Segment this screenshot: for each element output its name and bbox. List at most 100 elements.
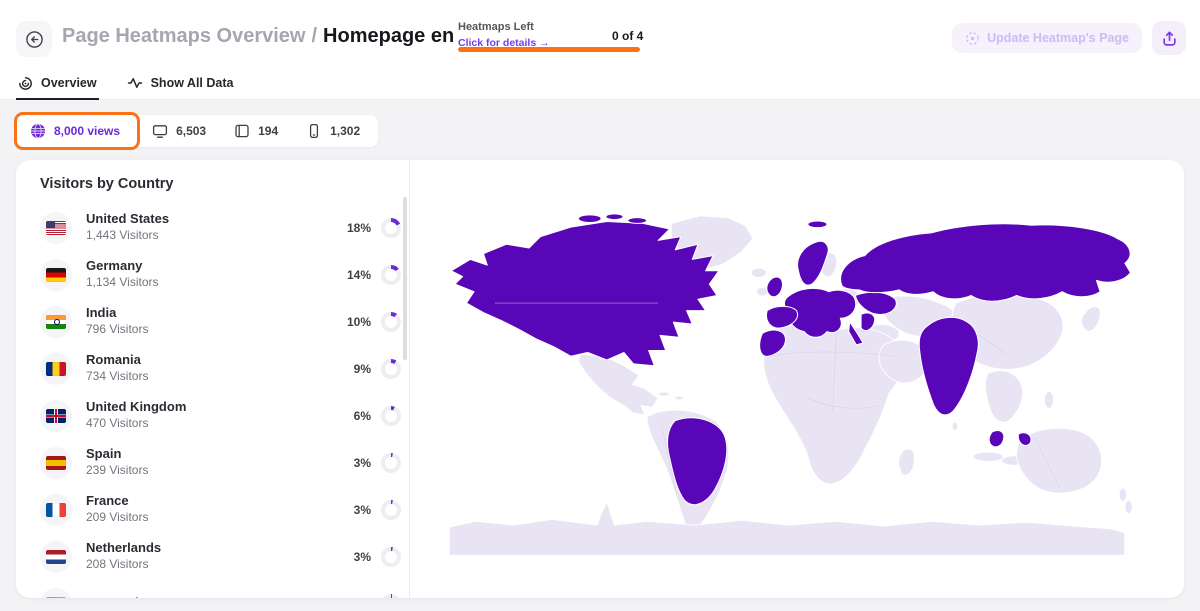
country-name: United States bbox=[86, 211, 169, 227]
country-donut-chart bbox=[381, 218, 401, 238]
country-donut-chart bbox=[381, 500, 401, 520]
refresh-target-icon bbox=[965, 31, 980, 46]
country-percent: 3% bbox=[354, 456, 371, 470]
stat-total-views-value: 8,000 views bbox=[54, 124, 120, 138]
country-visitors: 470 Visitors bbox=[86, 416, 186, 432]
country-metrics: 3% bbox=[354, 453, 401, 473]
tab-bar: Overview Show All Data bbox=[16, 68, 235, 100]
country-metrics: 6% bbox=[354, 406, 401, 426]
country-row[interactable]: Netherlands 208 Visitors 3% bbox=[40, 533, 401, 580]
country-row[interactable]: United Kingdom 470 Visitors 6% bbox=[40, 392, 401, 439]
country-donut-chart bbox=[381, 453, 401, 473]
country-percent: 10% bbox=[347, 315, 371, 329]
country-name: Netherlands bbox=[86, 540, 161, 556]
stat-desktop[interactable]: 6,503 bbox=[138, 115, 220, 147]
country-percent: 18% bbox=[347, 221, 371, 235]
page-heatmaps-overview-screen: Page Heatmaps Overview/Homepage en Heatm… bbox=[0, 0, 1200, 611]
country-row[interactable]: India 796 Visitors 10% bbox=[40, 298, 401, 345]
country-percent: 9% bbox=[354, 362, 371, 376]
heatmaps-count: 0 of 4 bbox=[612, 29, 643, 43]
country-visitors: 208 Visitors bbox=[86, 557, 161, 573]
export-button[interactable] bbox=[1152, 21, 1186, 55]
country-donut-chart bbox=[381, 312, 401, 332]
tablet-icon bbox=[234, 123, 250, 139]
country-name: France bbox=[86, 493, 148, 509]
country-row[interactable]: Romania 734 Visitors 9% bbox=[40, 345, 401, 392]
country-flag-circle bbox=[40, 212, 72, 244]
desktop-icon bbox=[152, 123, 168, 139]
country-text: France 209 Visitors bbox=[86, 493, 148, 526]
tab-show-all-data-label: Show All Data bbox=[151, 76, 234, 90]
country-flag-circle bbox=[40, 306, 72, 338]
country-name: United Kingdom bbox=[86, 399, 186, 415]
country-text: United Kingdom 470 Visitors bbox=[86, 399, 186, 432]
country-flag-icon bbox=[46, 503, 66, 517]
country-metrics: 10% bbox=[347, 312, 401, 332]
country-metrics bbox=[371, 594, 401, 599]
country-text: India 796 Visitors bbox=[86, 305, 148, 338]
country-percent: 14% bbox=[347, 268, 371, 282]
country-percent: 3% bbox=[354, 550, 371, 564]
country-visitors: 1,134 Visitors bbox=[86, 275, 159, 291]
country-flag-circle bbox=[40, 400, 72, 432]
country-donut-chart bbox=[381, 359, 401, 379]
stat-mobile[interactable]: 1,302 bbox=[292, 115, 374, 147]
country-flag-circle bbox=[40, 541, 72, 573]
country-list-panel: Visitors by Country United States 1,443 … bbox=[16, 160, 410, 598]
country-flag-icon bbox=[46, 597, 66, 599]
country-list: United States 1,443 Visitors 18% Germany… bbox=[40, 204, 401, 598]
tab-overview-label: Overview bbox=[41, 76, 97, 90]
country-row[interactable]: Spain 239 Visitors 3% bbox=[40, 439, 401, 486]
breadcrumb: Page Heatmaps Overview/Homepage en bbox=[62, 25, 454, 48]
country-text: United States 1,443 Visitors bbox=[86, 211, 169, 244]
country-row[interactable]: United States 1,443 Visitors 18% bbox=[40, 204, 401, 251]
panel-title: Visitors by Country bbox=[40, 176, 173, 192]
country-visitors: 734 Visitors bbox=[86, 369, 148, 385]
country-visitors: 796 Visitors bbox=[86, 322, 148, 338]
stat-mobile-value: 1,302 bbox=[330, 124, 360, 138]
country-metrics: 18% bbox=[347, 218, 401, 238]
country-name: India bbox=[86, 305, 148, 321]
country-metrics: 3% bbox=[354, 547, 401, 567]
visitors-by-country-card: Visitors by Country United States 1,443 … bbox=[16, 160, 1184, 598]
tab-overview[interactable]: Overview bbox=[16, 68, 99, 100]
export-up-arrow-icon bbox=[1161, 30, 1178, 47]
country-flag-icon bbox=[46, 362, 66, 376]
country-text: Germany 1,134 Visitors bbox=[86, 258, 159, 291]
back-button[interactable] bbox=[16, 21, 52, 57]
update-heatmap-page-label: Update Heatmap's Page bbox=[987, 31, 1129, 45]
country-name: Romania bbox=[86, 352, 148, 368]
heatmap-spiral-icon bbox=[18, 76, 33, 91]
country-flag-icon bbox=[46, 268, 66, 282]
country-flag-circle bbox=[40, 259, 72, 291]
country-visitors: 209 Visitors bbox=[86, 510, 148, 526]
breadcrumb-current: Homepage en bbox=[323, 25, 454, 47]
heatmaps-progress-fill bbox=[458, 47, 640, 52]
arrow-left-circle-icon bbox=[25, 30, 44, 49]
country-row[interactable]: Germany 1,134 Visitors 14% bbox=[40, 251, 401, 298]
breadcrumb-parent[interactable]: Page Heatmaps Overview bbox=[62, 25, 305, 47]
activity-pulse-icon bbox=[127, 75, 143, 91]
heatmaps-progress-bar bbox=[458, 47, 640, 52]
list-scrollbar-thumb[interactable] bbox=[403, 197, 407, 360]
country-row[interactable]: France 209 Visitors 3% bbox=[40, 486, 401, 533]
country-donut-chart bbox=[381, 594, 401, 599]
stat-tablet[interactable]: 194 bbox=[220, 115, 292, 147]
country-text: Romania 734 Visitors bbox=[86, 352, 148, 385]
update-heatmap-page-button[interactable]: Update Heatmap's Page bbox=[952, 23, 1142, 53]
country-flag-circle bbox=[40, 353, 72, 385]
country-flag-icon bbox=[46, 456, 66, 470]
country-metrics: 3% bbox=[354, 500, 401, 520]
world-choropleth-map[interactable] bbox=[438, 212, 1140, 563]
country-flag-icon bbox=[46, 315, 66, 329]
country-flag-circle bbox=[40, 494, 72, 526]
country-metrics: 9% bbox=[354, 359, 401, 379]
tab-show-all-data[interactable]: Show All Data bbox=[125, 68, 236, 100]
stat-total-views[interactable]: 8,000 views bbox=[16, 115, 138, 147]
country-flag-icon bbox=[46, 550, 66, 564]
country-percent: 6% bbox=[354, 409, 371, 423]
country-row[interactable]: Portugal bbox=[40, 580, 401, 598]
country-visitors: 1,443 Visitors bbox=[86, 228, 169, 244]
country-name: Germany bbox=[86, 258, 159, 274]
country-text: Netherlands 208 Visitors bbox=[86, 540, 161, 573]
